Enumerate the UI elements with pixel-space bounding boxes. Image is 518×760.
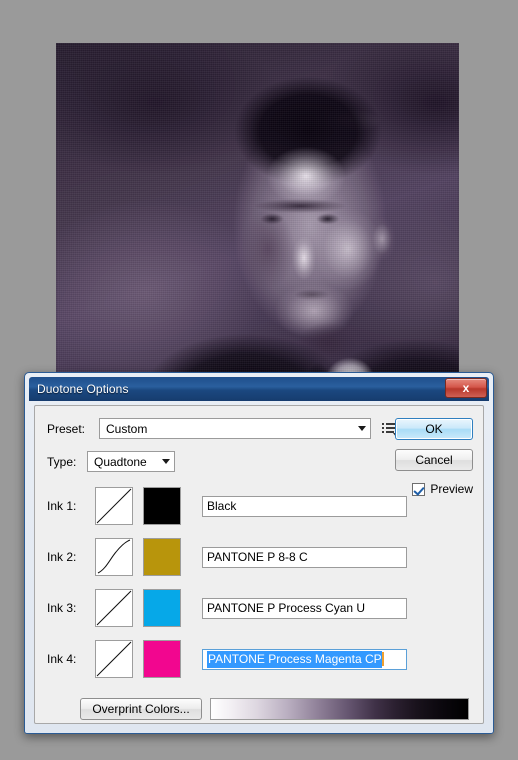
ink-label: Ink 2:	[47, 550, 77, 564]
chevron-down-icon	[358, 426, 366, 431]
ink-color-swatch[interactable]	[143, 640, 181, 678]
ink-color-swatch[interactable]	[143, 538, 181, 576]
ink-row: Ink 3: PANTONE P Process Cyan U	[47, 586, 407, 630]
portrait-photo	[56, 43, 459, 378]
ink-name-field[interactable]: PANTONE P Process Cyan U	[202, 597, 407, 619]
ink-curve-thumbnail[interactable]	[95, 640, 133, 678]
ink-name-field[interactable]: PANTONE Process Magenta CP	[202, 648, 407, 670]
ink-color-swatch[interactable]	[143, 589, 181, 627]
preset-value: Custom	[106, 421, 148, 436]
ink-name-field[interactable]: PANTONE P 8-8 C	[202, 546, 407, 568]
preview-checkbox[interactable]	[412, 482, 426, 496]
cancel-button[interactable]: Cancel	[395, 449, 473, 471]
ink-curve-thumbnail[interactable]	[95, 487, 133, 525]
preset-dropdown[interactable]: Custom	[99, 418, 371, 439]
ink-row: Ink 1: Black	[47, 484, 407, 528]
ink-color-swatch[interactable]	[143, 487, 181, 525]
overprint-colors-button[interactable]: Overprint Colors...	[80, 698, 202, 720]
dialog-body: Preset: Custom Type: Quadtone Ink 1: Bla…	[34, 405, 484, 724]
ink-row: Ink 2: PANTONE P 8-8 C	[47, 535, 407, 579]
preset-row: Preset: Custom	[47, 418, 399, 439]
ink-name-value: PANTONE P Process Cyan U	[207, 601, 366, 615]
type-value: Quadtone	[94, 454, 147, 469]
preset-label: Preset:	[47, 421, 86, 436]
ink-label: Ink 3:	[47, 601, 77, 615]
type-dropdown[interactable]: Quadtone	[87, 451, 175, 472]
ink-label: Ink 4:	[47, 652, 77, 666]
document-image	[56, 43, 459, 378]
preview-label: Preview	[430, 482, 473, 496]
type-label: Type:	[47, 454, 77, 469]
duotone-gradient-preview	[210, 698, 469, 720]
text-cursor	[381, 652, 384, 666]
dialog-titlebar[interactable]: Duotone Options x	[29, 377, 489, 401]
type-row: Type: Quadtone	[47, 451, 175, 472]
ink-name-field[interactable]: Black	[202, 495, 407, 517]
dialog-title: Duotone Options	[37, 382, 129, 396]
duotone-options-dialog: Duotone Options x Preset: Custom Type: Q…	[24, 372, 494, 734]
ink-name-value: Black	[207, 499, 237, 513]
close-icon[interactable]: x	[445, 378, 487, 398]
ink-row: Ink 4: PANTONE Process Magenta CP	[47, 637, 407, 681]
chevron-down-icon	[162, 459, 170, 464]
ink-name-value: PANTONE P 8-8 C	[207, 550, 308, 564]
ink-label: Ink 1:	[47, 499, 77, 513]
ok-button[interactable]: OK	[395, 418, 473, 440]
preview-checkbox-row[interactable]: Preview	[412, 482, 473, 496]
ink-curve-thumbnail[interactable]	[95, 538, 133, 576]
ink-curve-thumbnail[interactable]	[95, 589, 133, 627]
ink-name-value: PANTONE Process Magenta CP	[207, 650, 382, 668]
